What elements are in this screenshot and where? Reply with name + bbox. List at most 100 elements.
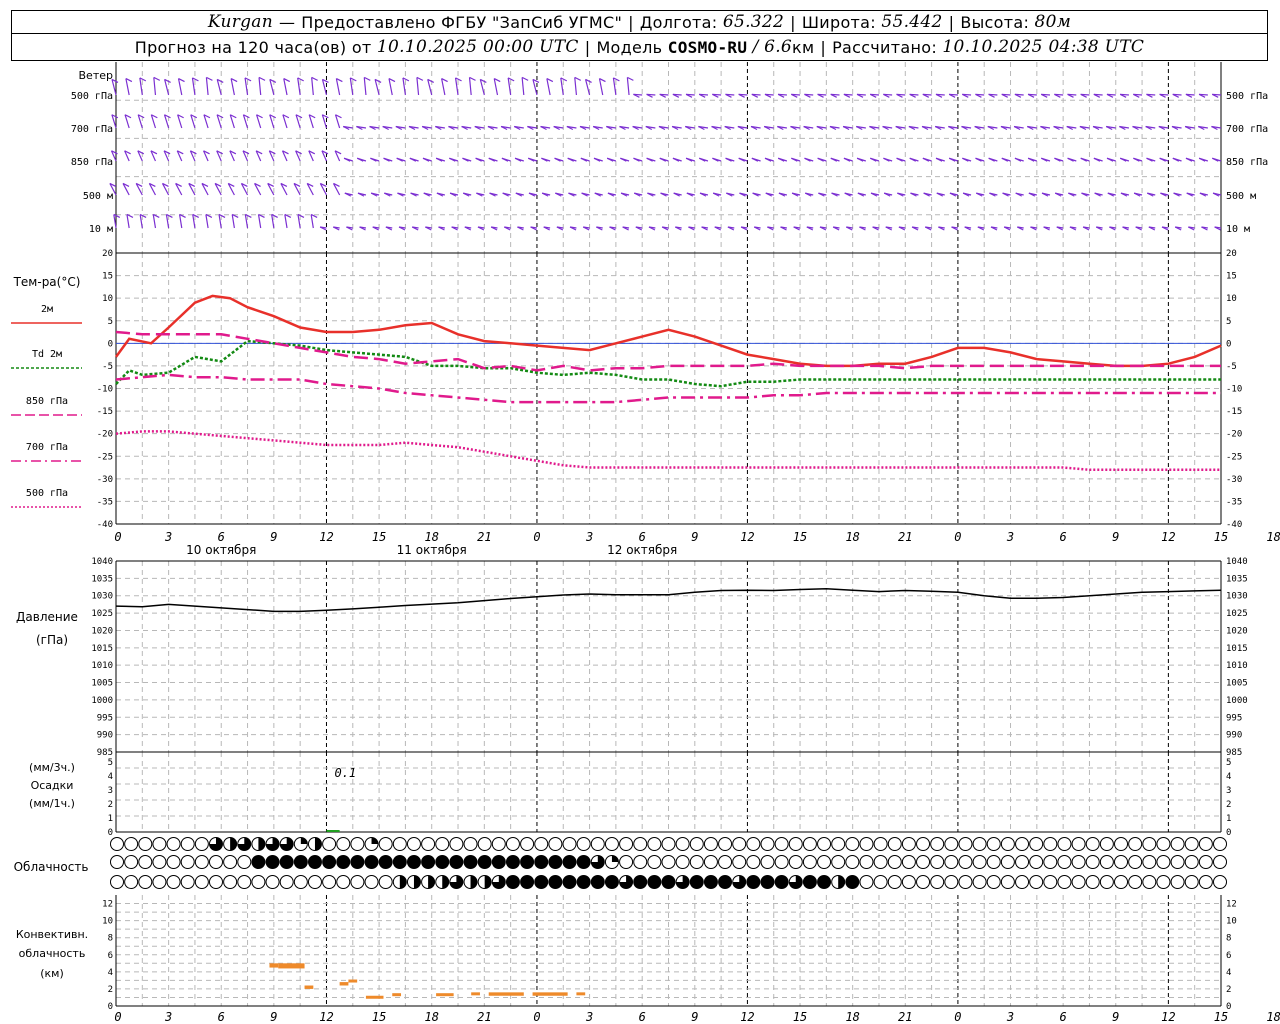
cloud-symbol bbox=[293, 875, 308, 889]
time-tick-label-bottom: 0 bbox=[533, 1010, 540, 1024]
pressure-tick-left: 1030 bbox=[91, 592, 113, 602]
wind-barb-shaft bbox=[125, 78, 130, 96]
temp-tick-left: 20 bbox=[102, 249, 113, 259]
time-tick-label-bottom: 3 bbox=[164, 1010, 172, 1024]
pressure-tick-right: 1025 bbox=[1226, 609, 1248, 619]
time-tick-label-bottom: 3 bbox=[1006, 1010, 1014, 1024]
precip-tick-right: 2 bbox=[1226, 800, 1231, 810]
day-label: 11 октября bbox=[397, 543, 467, 557]
wind-barb-shaft bbox=[335, 78, 341, 96]
wind-barb-flag bbox=[521, 76, 529, 81]
temp-tick-right: 0 bbox=[1226, 339, 1231, 349]
cloud-symbol bbox=[110, 875, 124, 889]
time-tick-label-bottom: 9 bbox=[691, 1010, 698, 1024]
wind-level-label-right: 10 м bbox=[1226, 224, 1250, 235]
temp-legend-label: Td 2м bbox=[32, 349, 62, 360]
cloud-symbol-fill bbox=[633, 875, 647, 889]
cloud-symbol-fill bbox=[399, 875, 407, 889]
cloud-symbol bbox=[802, 855, 817, 869]
pressure-tick-right: 1010 bbox=[1226, 661, 1248, 671]
conv-tick-left: 10 bbox=[102, 917, 113, 927]
cloud-symbol bbox=[208, 855, 223, 869]
wind-barb-flag bbox=[206, 76, 213, 81]
cloud-symbol bbox=[760, 855, 775, 869]
cloud-symbol bbox=[1099, 875, 1114, 889]
cloud-symbol bbox=[1057, 855, 1072, 869]
cloud-symbol bbox=[647, 855, 662, 869]
cloud-symbol bbox=[208, 875, 223, 889]
wind-barb-shaft bbox=[152, 214, 157, 229]
cloud-symbol-fill bbox=[258, 837, 265, 851]
cloud-symbol bbox=[972, 855, 987, 869]
cloud-symbol bbox=[619, 837, 634, 851]
cloud-symbol bbox=[1085, 855, 1100, 869]
time-tick-label: 3 bbox=[1006, 530, 1014, 544]
cloud-symbol bbox=[1071, 855, 1086, 869]
cloud-symbol bbox=[802, 837, 817, 851]
time-tick-label-bottom: 18 bbox=[424, 1010, 438, 1024]
precip-annotation: 0.1 bbox=[334, 766, 356, 780]
cloud-symbol bbox=[845, 855, 860, 869]
cloud-symbol-fill bbox=[393, 855, 407, 869]
conv-cloud-bar bbox=[339, 982, 349, 986]
conv-tick-right: 10 bbox=[1226, 917, 1237, 927]
cloud-symbol bbox=[916, 837, 931, 851]
precip-tick-left: 3 bbox=[108, 786, 113, 796]
time-tick-label-bottom: 15 bbox=[793, 1010, 807, 1024]
cloud-symbol bbox=[1043, 837, 1058, 851]
cloud-symbol-fill bbox=[775, 875, 789, 889]
cloud-symbol bbox=[732, 837, 747, 851]
wind-level-label: 850 гПа bbox=[71, 157, 113, 168]
cloud-symbol bbox=[1184, 875, 1199, 889]
wind-level-label-right: 500 м bbox=[1226, 191, 1256, 202]
cloud-symbol bbox=[1057, 837, 1072, 851]
cloud-symbol bbox=[647, 837, 662, 851]
time-tick-label: 9 bbox=[1112, 530, 1119, 544]
cloud-symbol-fill bbox=[280, 855, 294, 869]
cloud-symbol bbox=[831, 837, 846, 851]
cloud-symbol-fill bbox=[350, 855, 364, 869]
pressure-tick-right: 990 bbox=[1226, 731, 1242, 741]
cloud-symbol bbox=[1156, 875, 1171, 889]
cloud-symbol bbox=[1099, 837, 1114, 851]
cloud-symbol-fill bbox=[845, 875, 859, 889]
cloud-symbol bbox=[1142, 875, 1157, 889]
cloud-symbol bbox=[124, 875, 139, 889]
cloud-symbol bbox=[1128, 855, 1143, 869]
cloud-symbol bbox=[237, 875, 252, 889]
cloud-symbol bbox=[491, 837, 506, 851]
conv-cloud-bar bbox=[348, 979, 358, 983]
cloud-symbol bbox=[307, 875, 322, 889]
cloud-symbol bbox=[180, 855, 195, 869]
time-tick-label-bottom: 0 bbox=[114, 1010, 121, 1024]
pressure-tick-left: 1035 bbox=[91, 574, 113, 584]
pressure-tick-right: 1035 bbox=[1226, 574, 1248, 584]
conv-tick-right: 8 bbox=[1226, 934, 1231, 944]
cloud-symbol bbox=[435, 837, 450, 851]
time-tick-label-bottom: 12 bbox=[319, 1010, 333, 1024]
cloud-symbol bbox=[1057, 875, 1072, 889]
conv-cloud-bar bbox=[365, 995, 384, 999]
pressure-tick-left: 1015 bbox=[91, 644, 113, 654]
cloud-symbol bbox=[322, 875, 337, 889]
cloud-symbol-fill bbox=[718, 875, 732, 889]
wind-barb-shaft bbox=[178, 214, 183, 229]
temp-tick-left: -30 bbox=[97, 475, 113, 485]
conv-tick-left: 6 bbox=[108, 951, 113, 961]
cloud-symbol-fill bbox=[230, 837, 237, 851]
cloud-symbol-fill bbox=[591, 875, 605, 889]
temp-legend-label: 500 гПа bbox=[26, 488, 68, 499]
cloud-symbol bbox=[633, 855, 648, 869]
pressure-tick-left: 990 bbox=[97, 731, 113, 741]
wind-barb-shaft bbox=[598, 78, 604, 96]
cloud-symbol bbox=[873, 855, 888, 869]
cloud-symbol bbox=[817, 855, 832, 869]
cloud-symbol bbox=[845, 837, 860, 851]
cloud-symbol-fill bbox=[577, 875, 591, 889]
conv-tick-right: 2 bbox=[1226, 985, 1231, 995]
wind-barb-shaft bbox=[416, 77, 420, 96]
conv-tick-right: 6 bbox=[1226, 951, 1231, 961]
pressure-tick-left: 1005 bbox=[91, 679, 113, 689]
cloud-symbol bbox=[916, 875, 931, 889]
cloud-symbol bbox=[463, 837, 478, 851]
